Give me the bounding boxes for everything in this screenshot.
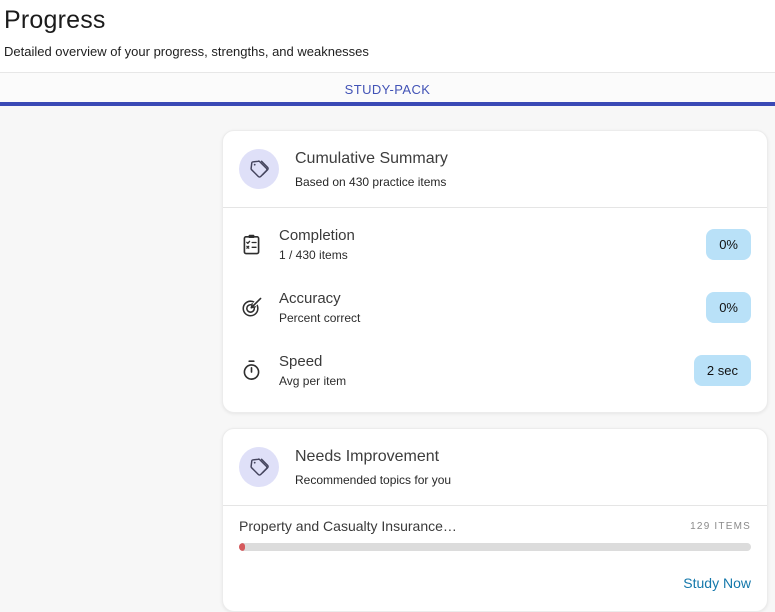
tags-icon	[248, 456, 270, 478]
metric-rows: Completion 1 / 430 items 0%	[223, 208, 767, 412]
metric-row-accuracy: Accuracy Percent correct 0%	[239, 276, 751, 339]
card-title: Needs Improvement	[295, 448, 451, 466]
tab-bar: STUDY-PACK	[0, 72, 775, 106]
topic-name: Property and Casualty Insurance…	[239, 518, 457, 534]
page-subtitle: Detailed overview of your progress, stre…	[4, 44, 771, 59]
metric-row-speed: Speed Avg per item 2 sec	[239, 339, 751, 402]
metric-sub: Percent correct	[279, 311, 360, 325]
metric-value-chip: 2 sec	[694, 355, 751, 386]
study-now-link[interactable]: Study Now	[683, 575, 751, 591]
cumulative-summary-header: Cumulative Summary Based on 430 practice…	[223, 131, 767, 207]
metric-sub: Avg per item	[279, 374, 346, 388]
page-root: Progress Detailed overview of your progr…	[0, 0, 775, 612]
metric-value-chip: 0%	[706, 229, 751, 260]
avatar	[239, 447, 279, 487]
topic-line: Property and Casualty Insurance… 129 ITE…	[239, 518, 751, 534]
content-area: Cumulative Summary Based on 430 practice…	[0, 106, 775, 612]
metric-value-chip: 0%	[706, 292, 751, 323]
avatar	[239, 149, 279, 189]
needs-improvement-header: Needs Improvement Recommended topics for…	[223, 429, 767, 505]
cumulative-summary-card: Cumulative Summary Based on 430 practice…	[222, 130, 768, 413]
metric-label: Accuracy	[279, 290, 360, 307]
metric-text: Speed Avg per item	[279, 353, 346, 388]
cumulative-summary-titles: Cumulative Summary Based on 430 practice…	[295, 150, 448, 189]
needs-improvement-titles: Needs Improvement Recommended topics for…	[295, 448, 451, 487]
metric-label: Completion	[279, 227, 355, 244]
clipboard-checklist-icon	[239, 233, 263, 257]
stopwatch-icon	[239, 359, 263, 383]
metric-label: Speed	[279, 353, 346, 370]
metric-sub: 1 / 430 items	[279, 248, 355, 262]
card-title: Cumulative Summary	[295, 150, 448, 168]
topic-item-count: 129 ITEMS	[690, 521, 751, 532]
card-footer: Study Now	[223, 567, 767, 611]
tags-icon	[248, 158, 270, 180]
metric-text: Accuracy Percent correct	[279, 290, 360, 325]
card-subtitle: Recommended topics for you	[295, 473, 451, 487]
page-title: Progress	[4, 6, 771, 35]
target-arrow-icon	[239, 296, 263, 320]
metric-text: Completion 1 / 430 items	[279, 227, 355, 262]
topic-progress-track	[239, 543, 751, 551]
card-subtitle: Based on 430 practice items	[295, 175, 448, 189]
topic-row: Property and Casualty Insurance… 129 ITE…	[223, 506, 767, 567]
metric-row-completion: Completion 1 / 430 items 0%	[239, 213, 751, 276]
topic-progress-fill	[239, 543, 245, 551]
needs-improvement-card: Needs Improvement Recommended topics for…	[222, 428, 768, 612]
tab-active-indicator	[0, 102, 775, 106]
page-header: Progress Detailed overview of your progr…	[0, 0, 775, 72]
